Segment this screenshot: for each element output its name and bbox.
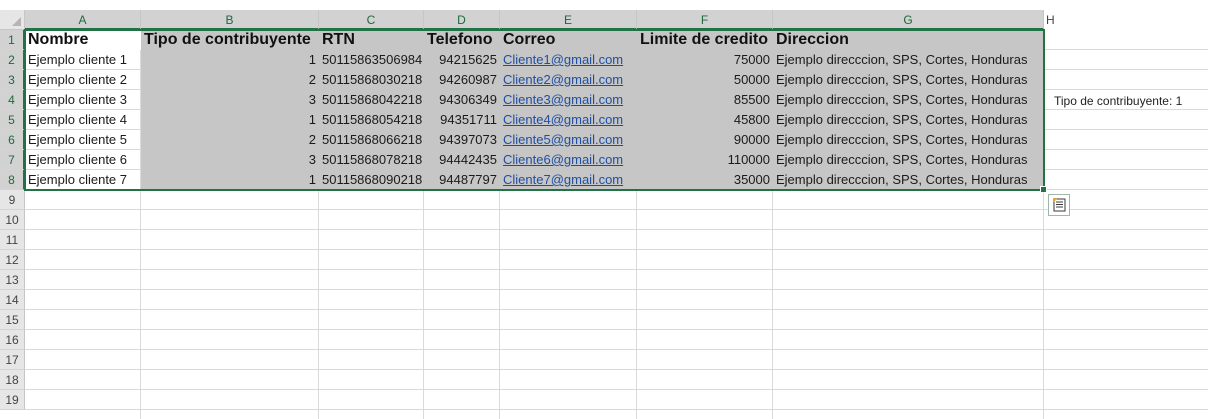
- row-header-11[interactable]: 11: [0, 230, 25, 250]
- grid-horizontal-line: [25, 369, 1208, 370]
- grid-horizontal-line: [25, 389, 1208, 390]
- row-header-15[interactable]: 15: [0, 310, 25, 330]
- row-header-9[interactable]: 9: [0, 190, 25, 210]
- column-header-g[interactable]: G: [773, 10, 1044, 30]
- row-header-2[interactable]: 2: [0, 50, 25, 70]
- grid-horizontal-line: [25, 249, 1208, 250]
- row-header-14[interactable]: 14: [0, 290, 25, 310]
- cell-tooltip: Tipo de contribuyente: 1: [1054, 94, 1183, 108]
- column-header-a[interactable]: A: [25, 10, 141, 30]
- row-header-18[interactable]: 18: [0, 370, 25, 390]
- grid-horizontal-line: [25, 229, 1208, 230]
- quick-analysis-icon: [1053, 198, 1066, 212]
- quick-analysis-button[interactable]: [1048, 194, 1070, 216]
- grid-horizontal-line: [25, 289, 1208, 290]
- selection-border: [24, 29, 1045, 191]
- row-header-12[interactable]: 12: [0, 250, 25, 270]
- column-header-b[interactable]: B: [141, 10, 319, 30]
- row-header-1[interactable]: 1: [0, 30, 25, 50]
- fill-handle[interactable]: [1040, 186, 1047, 193]
- column-header-d[interactable]: D: [424, 10, 500, 30]
- grid-horizontal-line: [25, 309, 1208, 310]
- grid-horizontal-line: [25, 349, 1208, 350]
- grid-horizontal-line: [25, 329, 1208, 330]
- row-header-13[interactable]: 13: [0, 270, 25, 290]
- row-header-16[interactable]: 16: [0, 330, 25, 350]
- grid-horizontal-line: [25, 209, 1208, 210]
- column-header-c[interactable]: C: [319, 10, 424, 30]
- select-all-triangle-icon: [12, 17, 21, 26]
- row-header-17[interactable]: 17: [0, 350, 25, 370]
- row-header-5[interactable]: 5: [0, 110, 25, 130]
- row-header-19[interactable]: 19: [0, 390, 25, 410]
- grid-horizontal-line: [25, 409, 1208, 410]
- row-header-7[interactable]: 7: [0, 150, 25, 170]
- row-header-4[interactable]: 4: [0, 90, 25, 110]
- column-header-e[interactable]: E: [500, 10, 637, 30]
- row-header-3[interactable]: 3: [0, 70, 25, 90]
- row-header-8[interactable]: 8: [0, 170, 25, 190]
- column-header-f[interactable]: F: [637, 10, 773, 30]
- select-all-corner[interactable]: [0, 10, 25, 30]
- row-header-6[interactable]: 6: [0, 130, 25, 150]
- grid-horizontal-line: [25, 269, 1208, 270]
- column-header-h[interactable]: H: [1044, 10, 1208, 30]
- row-header-10[interactable]: 10: [0, 210, 25, 230]
